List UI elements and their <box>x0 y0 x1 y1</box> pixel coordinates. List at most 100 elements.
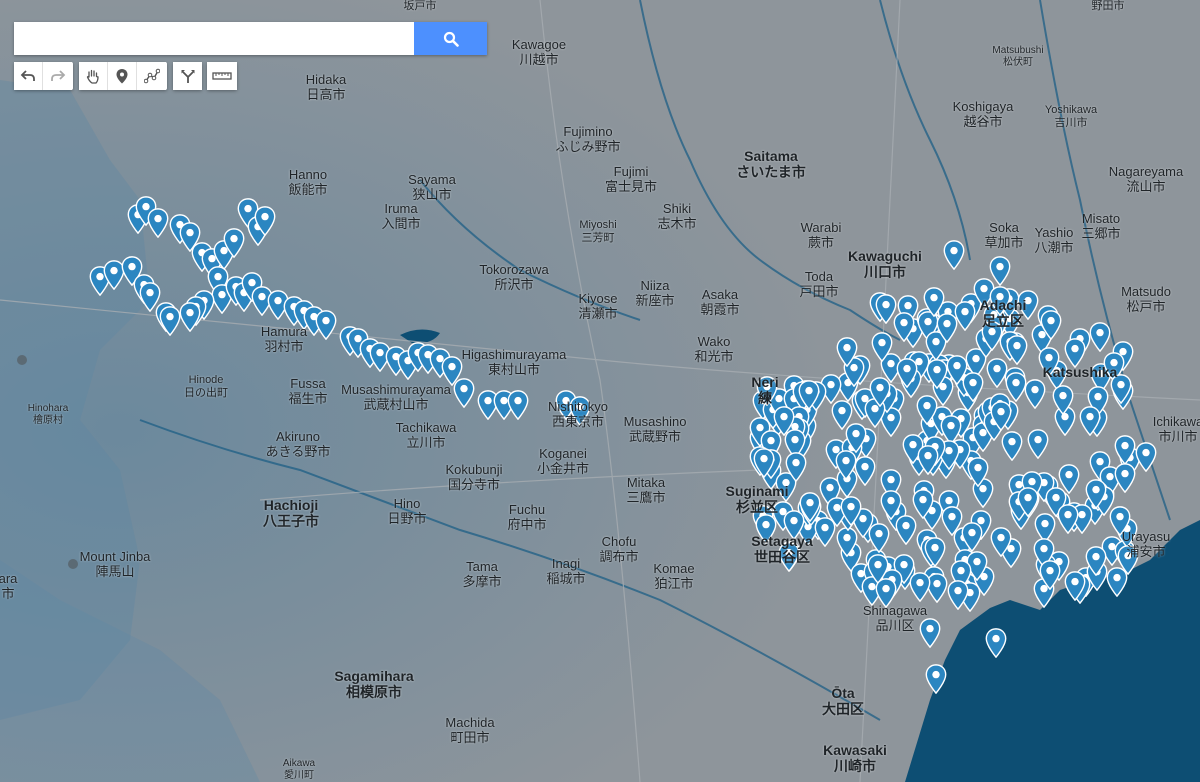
place-label-asaka: Asaka 朝霞市 <box>700 287 740 318</box>
place-label-ichikawa: Ichikawa 市川市 <box>1153 414 1200 445</box>
place-label-matsudo: Matsudo 松戸市 <box>1121 284 1171 315</box>
place-name-en: Fussa <box>290 376 326 391</box>
place-label-nerima: Neri 練 <box>751 374 778 406</box>
place-name-ja: 町田市 <box>450 729 490 745</box>
place-name-ja: 杉並区 <box>735 499 778 516</box>
directions-toolbar <box>173 62 202 90</box>
place-name-ja: 松伏町 <box>1002 56 1033 68</box>
place-name-ja: 川崎市 <box>833 758 876 775</box>
history-toolbar <box>14 62 73 90</box>
place-label-nagareyama: Nagareyama 流山市 <box>1109 164 1183 195</box>
place-name-en: Wako <box>697 334 731 349</box>
place-label-hinode: Hinode 日の出町 <box>184 374 228 399</box>
place-name-ja: 清瀬市 <box>578 305 618 321</box>
place-label-niiza: Niiza 新座市 <box>635 278 674 309</box>
draw-line-icon <box>143 68 160 84</box>
place-name-en: Chofu <box>601 534 637 549</box>
place-label-tachikawa: Tachikawa 立川市 <box>395 420 457 451</box>
search-button[interactable] <box>414 22 487 55</box>
place-name-en: Iruma <box>384 201 418 216</box>
place-name-en: Aikawa <box>282 758 316 769</box>
place-name-en: Shiki <box>662 201 692 216</box>
place-name-ja: ふじみ野市 <box>555 138 621 154</box>
place-label-akiruno: Akiruno あきる野市 <box>266 429 331 460</box>
place-name-ja: 八王子市 <box>263 513 319 530</box>
place-label-hidaka: Hidaka 日高市 <box>306 72 346 103</box>
place-label-hachioji: Hachioji 八王子市 <box>263 497 319 529</box>
place-name-en: Tachikawa <box>395 420 457 435</box>
place-label-adachi: Adachi 足立区 <box>980 297 1027 329</box>
place-label-kawasaki: Kawasaki 川崎市 <box>823 742 887 774</box>
place-name-ja: 羽村市 <box>264 338 304 354</box>
place-name-en: Kawagoe <box>511 37 567 52</box>
place-name-ja: 朝霞市 <box>700 301 740 317</box>
place-name-ja: 草加市 <box>984 234 1024 250</box>
place-name-en: Mitaka <box>626 475 666 490</box>
place-label-saitama: Saitama さいたま市 <box>736 148 806 180</box>
place-label-toda: Toda 戸田市 <box>799 269 838 300</box>
place-name-en: Sagamihara <box>334 668 414 684</box>
place-name-en: Nishitokyo <box>548 399 608 414</box>
marker-icon <box>116 69 128 84</box>
place-label-noda: 野田市 <box>1092 0 1125 13</box>
place-name-ja: 多摩市 <box>462 573 502 589</box>
place-name-ja: 所沢市 <box>494 276 534 292</box>
place-label-fuchu: Fuchu 府中市 <box>507 502 547 533</box>
redo-button[interactable] <box>43 62 72 90</box>
place-name-en: Kawasaki <box>823 742 887 758</box>
place-name-ja: 日野市 <box>387 510 427 526</box>
draw-toolbar <box>79 62 167 90</box>
pan-button[interactable] <box>79 62 108 90</box>
place-name-en: Yashio <box>1034 225 1074 240</box>
draw-line-button[interactable] <box>137 62 166 90</box>
place-name-en: Musashino <box>623 414 687 429</box>
place-label-warabi: Warabi 蕨市 <box>801 220 842 251</box>
place-name-ja: 檜原村 <box>33 414 63 426</box>
place-label-koshigaya: Koshigaya 越谷市 <box>952 99 1014 130</box>
place-name-en: Fujimino <box>563 124 613 139</box>
place-name-ja: 狛江市 <box>654 575 694 591</box>
map-canvas[interactable] <box>0 0 1200 782</box>
place-label-misato: Misato 三郷市 <box>1081 211 1120 242</box>
place-name-ja: 坂戸市 <box>403 0 437 12</box>
search-input[interactable] <box>14 22 414 55</box>
place-name-en: Hinohara <box>27 403 69 414</box>
place-label-fujimino: Fujimino ふじみ野市 <box>555 124 621 155</box>
place-label-koganei: Koganei 小金井市 <box>537 446 589 477</box>
place-name-ja: 立川市 <box>406 434 446 450</box>
place-name-ja: 府中市 <box>507 516 547 532</box>
place-name-ja: 松戸市 <box>1126 298 1166 314</box>
place-name-ja: 東村山市 <box>487 361 541 377</box>
search-icon <box>443 31 459 47</box>
place-label-chofu: Chofu 調布市 <box>599 534 638 565</box>
place-name-en: Hino <box>393 496 421 511</box>
place-name-en: Matsubushi <box>992 45 1044 56</box>
place-name-ja: 三鷹市 <box>626 489 666 505</box>
add-marker-button[interactable] <box>108 62 137 90</box>
place-label-kawagoe: Kawagoe 川越市 <box>511 37 567 68</box>
ruler-icon <box>212 72 232 80</box>
place-name-en: Soka <box>989 220 1019 235</box>
place-label-komae: Komae 狛江市 <box>653 561 694 592</box>
place-name-ja: 国分寺市 <box>447 476 501 492</box>
place-name-en: Ōta <box>831 685 855 701</box>
undo-button[interactable] <box>14 62 43 90</box>
place-label-tama: Tama 多摩市 <box>462 559 502 590</box>
search-bar <box>14 22 487 55</box>
place-label-sakado: 坂戸市 <box>404 0 437 13</box>
place-name-en: Fujimi <box>613 164 649 179</box>
place-name-en: Saitama <box>744 148 798 164</box>
place-name-ja: 野田市 <box>1091 0 1125 12</box>
place-name-en: Katsushika <box>1042 364 1118 380</box>
measure-button[interactable] <box>207 62 237 90</box>
place-name-ja: 大田区 <box>822 701 864 718</box>
place-label-kiyose: Kiyose 清瀬市 <box>578 291 618 322</box>
place-label-hino: Hino 日野市 <box>387 496 427 527</box>
place-name-ja: さいたま市 <box>736 164 806 181</box>
place-name-en: Koshigaya <box>952 99 1014 114</box>
place-name-en: Shinagawa <box>862 603 928 618</box>
directions-button[interactable] <box>173 62 202 90</box>
place-name-ja: 足立区 <box>982 313 1024 330</box>
place-name-ja: 志木市 <box>657 215 697 231</box>
place-name-en: Hinode <box>188 374 224 386</box>
